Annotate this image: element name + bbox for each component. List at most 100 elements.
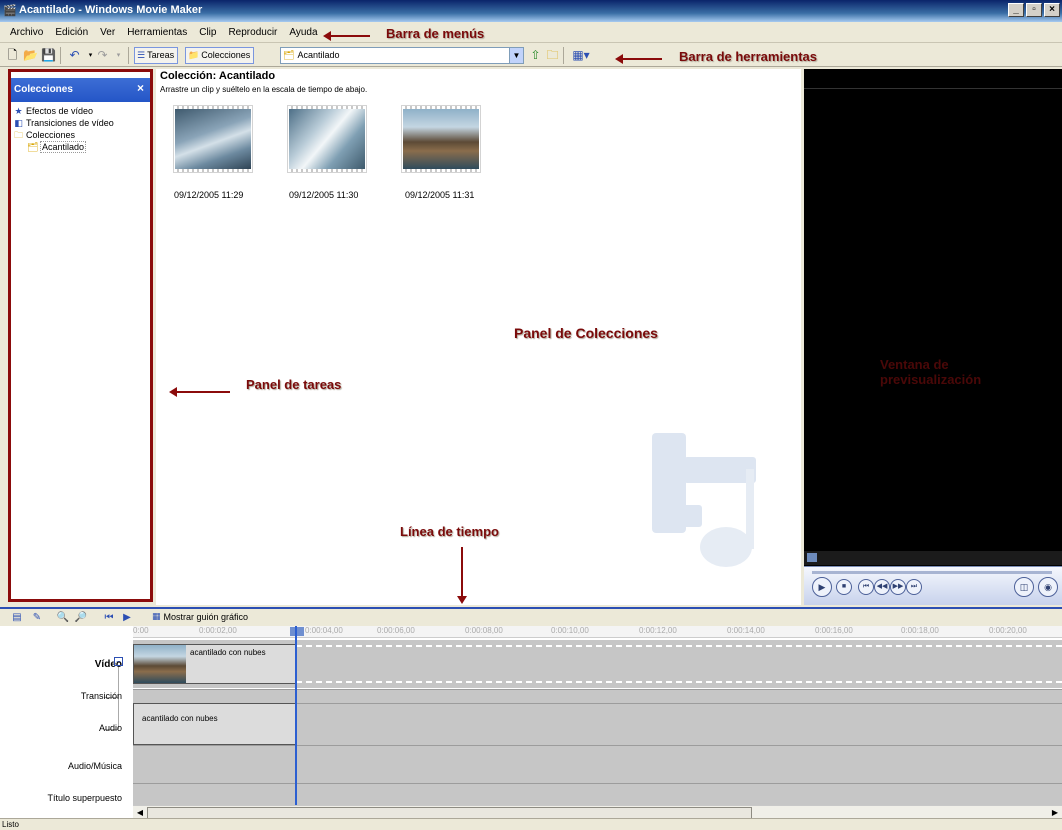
clip-thumbnail[interactable] — [287, 105, 367, 175]
clip-date: 09/12/2005 11:30 — [289, 190, 359, 200]
menu-clip[interactable]: Clip — [193, 26, 222, 39]
window-title: Acantilado - Windows Movie Maker — [19, 4, 203, 16]
tree-item-acantilado[interactable]: 🗂 Acantilado — [27, 141, 150, 153]
music-track-label: Audio/Música — [67, 761, 122, 771]
up-level-icon[interactable]: ⇧ — [527, 47, 544, 64]
video-track[interactable]: acantilado con nubes — [133, 640, 1062, 688]
audio-clip[interactable]: acantilado con nubes — [133, 703, 296, 745]
collection-combo-value: Acantilado — [297, 50, 340, 60]
tasks-button[interactable]: ☰ Tareas — [134, 47, 179, 64]
timeline-annotation: Línea de tiempo — [400, 524, 499, 539]
seek-bar[interactable] — [812, 571, 1052, 574]
folder-icon: 🗀 — [13, 129, 23, 140]
tree-item-video-effects[interactable]: ★ Efectos de vídeo — [13, 105, 150, 117]
previous-frame-icon[interactable]: ⏮ — [858, 579, 874, 595]
collapse-icon[interactable]: − — [114, 657, 123, 666]
combo-dropdown-icon[interactable]: ▼ — [509, 48, 523, 63]
zoom-out-icon[interactable]: 🔎 — [74, 611, 88, 624]
toolbar-separator — [128, 47, 129, 64]
clip-image — [403, 109, 479, 169]
timeline-settings-icon[interactable]: ▤ — [10, 611, 24, 624]
stop-icon[interactable]: ■ — [836, 579, 852, 595]
movie-maker-app-icon[interactable]: 🎬 — [3, 4, 17, 18]
tree-item-collections[interactable]: 🗀 Colecciones — [13, 129, 150, 141]
redo-dropdown-icon[interactable]: ▾ — [110, 47, 127, 64]
preview-annotation-line2: previsualización — [880, 372, 982, 387]
menubar-annotation: Barra de menús — [386, 26, 485, 41]
take-picture-icon[interactable]: ◉ — [1038, 577, 1058, 597]
collections-button[interactable]: 📁 Colecciones — [185, 47, 255, 64]
split-clip-icon[interactable] — [807, 553, 817, 562]
folder-icon: 📁 — [188, 50, 200, 60]
timeline-arrow — [457, 547, 467, 604]
ruler-tick: 0:00:06,00 — [377, 626, 415, 635]
transition-track-label: Transición — [80, 691, 122, 701]
next-frame-icon[interactable]: ⏭ — [906, 579, 922, 595]
storyboard-icon: ▦ — [152, 611, 161, 621]
forward-icon[interactable]: ▶▶ — [890, 579, 906, 595]
collection-title: Colección: Acantilado — [160, 70, 276, 82]
undo-icon[interactable]: ↶ — [66, 47, 83, 64]
close-pane-icon[interactable]: × — [137, 82, 144, 94]
menu-reproducir[interactable]: Reproducir — [222, 26, 283, 39]
play-icon[interactable]: ▶ — [812, 577, 832, 597]
movie-maker-watermark-icon — [652, 433, 756, 567]
new-collection-folder-icon[interactable]: 🗀 — [544, 47, 561, 64]
tasks-panel-arrow — [169, 387, 230, 397]
title-bar: 🎬 Acantilado - Windows Movie Maker _ ▫ × — [0, 0, 1062, 22]
rewind-timeline-icon[interactable]: ⏮ — [102, 611, 116, 624]
menu-bar: Archivo Edición Ver Herramientas Clip Re… — [0, 22, 1062, 43]
new-project-icon[interactable]: 🗋 — [4, 47, 21, 64]
time-ruler[interactable]: 0:00 0:00:02,00 0:00:04,00 0:00:06,00 0:… — [133, 626, 1062, 638]
collections-pane: Colección: Acantilado Arrastre un clip y… — [156, 69, 801, 605]
tree-item-label: Acantilado — [40, 141, 87, 153]
clip-thumbnail[interactable] — [173, 105, 253, 175]
preview-annotation-line1: Ventana de — [880, 357, 949, 372]
close-button[interactable]: × — [1044, 3, 1060, 17]
menu-ver[interactable]: Ver — [94, 26, 121, 39]
maximize-button[interactable]: ▫ — [1026, 3, 1042, 17]
clip-thumbnail[interactable] — [401, 105, 481, 175]
play-timeline-icon[interactable]: ▶ — [120, 611, 134, 624]
arrow-head — [615, 54, 623, 64]
split-icon[interactable]: ◫ — [1014, 577, 1034, 597]
menu-ayuda[interactable]: Ayuda — [283, 26, 323, 39]
playhead-handle[interactable] — [290, 627, 304, 636]
minimize-button[interactable]: _ — [1008, 3, 1024, 17]
ruler-tick: 0:00:12,00 — [639, 626, 677, 635]
video-clip[interactable]: acantilado con nubes — [133, 644, 296, 684]
playhead-line — [295, 626, 297, 820]
tree-item-video-transitions[interactable]: ◧ Transiciones de vídeo — [13, 117, 150, 129]
menu-archivo[interactable]: Archivo — [4, 26, 49, 39]
menu-herramientas[interactable]: Herramientas — [121, 26, 193, 39]
save-project-icon[interactable]: 💾 — [40, 47, 57, 64]
rewind-icon[interactable]: ◀◀ — [874, 579, 890, 595]
timeline-horizontal-scrollbar[interactable]: ◀ ▶ — [133, 805, 1062, 819]
transition-icon: ◧ — [14, 117, 23, 128]
views-icon[interactable]: ▦▾ — [569, 47, 593, 64]
narration-microphone-icon[interactable]: ✎ — [30, 611, 44, 624]
collection-combo[interactable]: 🗂 Acantilado ▼ — [280, 47, 524, 64]
open-project-icon[interactable]: 📂 — [22, 47, 39, 64]
redo-icon[interactable]: ↷ — [94, 47, 111, 64]
clip-image — [289, 109, 365, 169]
zoom-in-icon[interactable]: 🔍 — [56, 611, 70, 624]
ruler-tick: 0:00:08,00 — [465, 626, 503, 635]
playback-controls: ▶ ■ ⏮ ◀◀ ▶▶ ⏭ ◫ ◉ — [804, 566, 1062, 605]
status-text: Listo — [2, 820, 19, 829]
tree-item-label: Colecciones — [26, 130, 76, 140]
title-overlay-track[interactable] — [133, 783, 1062, 805]
collections-panel-annotation: Panel de Colecciones — [514, 325, 658, 341]
toolbar-separator — [60, 47, 61, 64]
ruler-tick: 0:00:20,00 — [989, 626, 1027, 635]
music-track[interactable] — [133, 745, 1062, 783]
audio-clip-name: acantilado con nubes — [142, 714, 218, 723]
timeline-toolbar: ▤ ✎ 🔍 🔎 ⏮ ▶ ▦ Mostrar guión gráfico — [0, 609, 1062, 626]
preview-status-bar — [804, 551, 1062, 565]
video-clip-name: acantilado con nubes — [190, 648, 266, 657]
ruler-tick: 0:00:14,00 — [727, 626, 765, 635]
show-storyboard-button[interactable]: ▦ Mostrar guión gráfico — [152, 611, 248, 622]
transition-track[interactable] — [133, 689, 1062, 703]
menu-edicion[interactable]: Edición — [49, 26, 94, 39]
tasks-pane-header: Colecciones × — [11, 78, 150, 102]
